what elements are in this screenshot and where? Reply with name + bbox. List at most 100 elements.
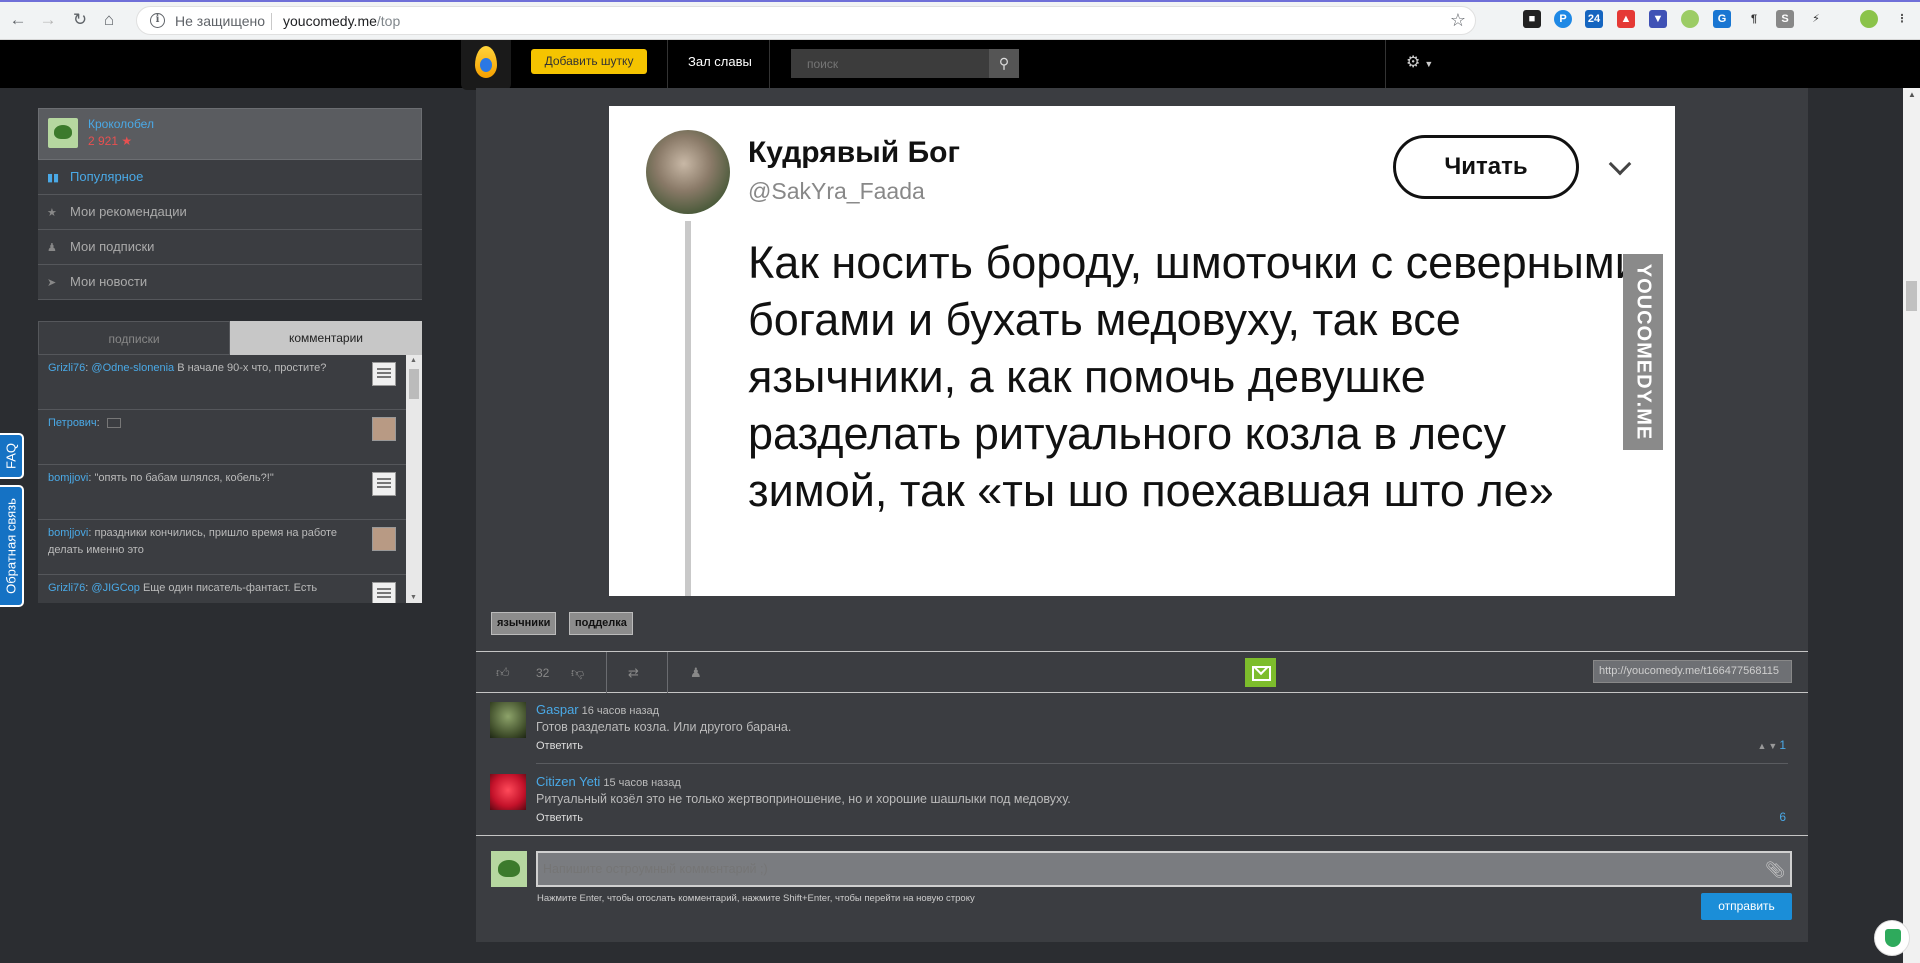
site-logo[interactable] [461,40,511,90]
avatar[interactable] [48,118,78,148]
permalink-field[interactable]: http://youcomedy.me/t166477568115 [1593,660,1792,683]
comment-text: Готов разделать козла. Или другого баран… [536,720,792,734]
thumbs-down-icon[interactable]: 👎︎ [571,665,584,681]
pilcrow-extension-icon[interactable]: ¶ [1745,10,1763,28]
comments-scrollbar[interactable]: ▲ ▼ [406,355,422,603]
url-path: /top [376,13,401,29]
comment-author[interactable]: Gaspar [536,702,579,717]
bar-chart-icon: ▮▮ [47,172,60,184]
sidebar-item-recommendations[interactable]: ★ Мои рекомендации [38,195,422,230]
extension-icon-6[interactable] [1681,10,1699,28]
sidebar-item-label: Популярное [70,169,144,184]
address-bar[interactable]: i Не защищено youcomedy.me/top ☆ [136,6,1476,35]
comment-author[interactable]: bomjjovi [48,472,88,484]
reply-button[interactable]: Ответить [536,812,583,824]
vote-down-icon[interactable]: ▼ [1768,741,1777,751]
avatar[interactable] [490,774,526,810]
profile-avatar-icon[interactable] [1860,10,1878,28]
scrollbar-thumb[interactable] [409,369,419,399]
avatar[interactable] [490,702,526,738]
url-text[interactable]: youcomedy.me/top [283,13,400,29]
forward-icon[interactable]: → [37,9,59,31]
user-rating: 2 921 ★ [88,134,133,148]
post-thumbnail[interactable] [372,472,396,496]
add-joke-button[interactable]: Добавить шутку [531,49,647,74]
watermark: YOUCOMEDY.ME [1623,254,1663,450]
vote-up-icon[interactable]: ▲ [1757,741,1766,751]
reply-button[interactable]: Ответить [536,740,583,752]
sidebar-item-popular[interactable]: ▮▮ Популярное [38,160,422,195]
home-icon[interactable]: ⌂ [98,9,120,31]
comment-input[interactable] [536,851,1792,887]
tweet-follow-button: Читать [1393,135,1579,199]
search-icon[interactable]: ⚲ [989,49,1019,78]
hall-of-fame-link[interactable]: Зал славы [688,54,752,69]
comment-divider [536,763,1788,764]
action-divider [606,652,607,693]
extension-icon-3[interactable]: 24 [1585,10,1603,28]
comment-author[interactable]: Grizli76 [48,582,85,594]
mail-share-button[interactable] [1245,658,1276,687]
scroll-up-icon[interactable]: ▲ [1908,90,1916,99]
list-item[interactable]: Петрович: [38,410,406,465]
paperclip-icon[interactable]: 📎︎ [1765,860,1785,880]
extension-shield-icon[interactable]: ▼ [1649,10,1667,28]
scrollbar-thumb[interactable] [1906,281,1917,311]
security-shield-icon[interactable] [1874,920,1910,956]
action-divider [667,652,668,693]
post-image[interactable]: Кудрявый Бог @SakYra_Faada Читать Как но… [609,106,1675,596]
faq-button[interactable]: FAQ [0,433,24,479]
reload-icon[interactable]: ↻ [69,9,91,31]
settings-menu[interactable]: ⚙ ▼ [1406,52,1433,72]
list-item[interactable]: Grizli76: @Odne-slonenia В начале 90-х ч… [38,355,406,410]
post-thumbnail[interactable] [372,417,396,441]
comment-author[interactable]: Citizen Yeti [536,774,600,789]
lightning-extension-icon[interactable]: ⚡ [1807,10,1825,28]
comment-text: праздники кончились, пришло время на раб… [48,527,338,556]
tweet-author-handle: @SakYra_Faada [748,178,925,204]
comment-text: Еще один писатель-фантаст. Есть [142,582,318,594]
extension-icon-1[interactable]: ■ [1523,10,1541,28]
tweet-author-name: Кудрявый Бог [748,136,960,169]
bookmark-star-icon[interactable]: ☆ [1450,10,1466,31]
translate-extension-icon[interactable]: G [1713,10,1731,28]
back-icon[interactable]: ← [7,9,29,31]
feedback-button[interactable]: Обратная связь [0,485,24,607]
user-profile-card[interactable]: Кроколобел 2 921 ★ [38,108,422,160]
page-scrollbar[interactable]: ▲ [1903,88,1920,963]
post-thumbnail[interactable] [372,527,396,551]
share-users-icon[interactable]: ♟ [690,665,702,681]
scroll-down-icon[interactable]: ▼ [410,594,417,601]
sidebar-item-news[interactable]: ➤ Мои новости [38,265,422,300]
tweet-text: Как носить бороду, шмоточки с северными … [748,237,1640,516]
comment-author[interactable]: Grizli76 [48,362,85,374]
list-item[interactable]: Grizli76: @JIGCop Еще один писатель-фант… [38,575,406,603]
thumbs-up-icon[interactable]: 👍︎ [496,665,510,681]
comment-mention[interactable]: @Odne-slonenia [91,362,174,374]
post-thumbnail[interactable] [372,582,396,603]
comment-author[interactable]: Петрович [48,417,97,429]
list-item[interactable]: bomjjovi: "опять по бабам шлялся, кобель… [38,465,406,520]
user-name[interactable]: Кроколобел [88,117,154,131]
list-item[interactable]: bomjjovi: праздники кончились, пришло вр… [38,520,406,575]
repost-icon[interactable]: ⇄ [628,665,639,681]
extension-icon-4[interactable]: ▲ [1617,10,1635,28]
comment-mention[interactable]: @JIGCop [91,582,139,594]
extension-icon-9[interactable]: S [1776,10,1794,28]
site-info-icon[interactable]: i [150,13,165,28]
search-input[interactable] [791,49,989,78]
post-thumbnail[interactable] [372,362,396,386]
browser-toolbar: ← → ↻ ⌂ i Не защищено youcomedy.me/top ☆… [0,0,1920,40]
users-icon: ♟ [47,242,57,254]
tab-comments[interactable]: комментарии [230,321,422,355]
browser-menu-icon[interactable]: ⋮ [1893,10,1911,28]
extension-icon-2[interactable]: P [1554,10,1572,28]
send-button[interactable]: отправить [1701,893,1792,920]
tag-pagans[interactable]: язычники [491,612,557,635]
comment-score: 1 [1779,738,1786,752]
scroll-up-icon[interactable]: ▲ [410,357,417,364]
tag-fake[interactable]: подделка [569,612,633,635]
sidebar-item-subscriptions[interactable]: ♟ Мои подписки [38,230,422,265]
tab-subscriptions[interactable]: подписки [38,321,230,355]
comment-author[interactable]: bomjjovi [48,527,88,539]
